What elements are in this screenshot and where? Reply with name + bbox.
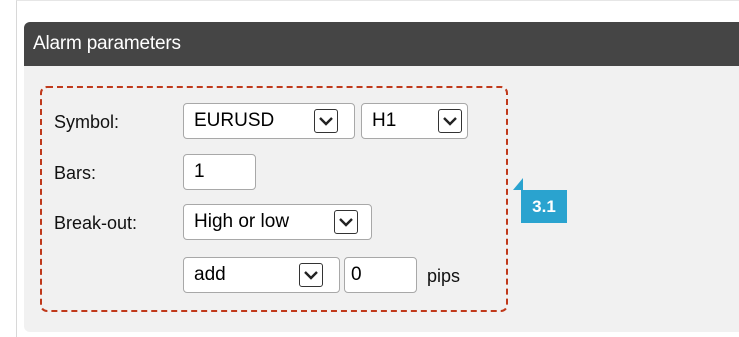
chevron-down-icon[interactable]	[314, 109, 338, 133]
symbol-label: Symbol:	[54, 112, 120, 132]
chevron-down-icon[interactable]	[299, 263, 323, 287]
chevron-down-icon[interactable]	[334, 210, 358, 234]
breakout-select-value: High or low	[194, 211, 290, 232]
panel-header: Alarm parameters	[24, 22, 739, 66]
offset-unit-label: pips	[427, 266, 461, 286]
offset-mode-select[interactable]: add	[183, 257, 340, 293]
callout-badge: 3.1	[521, 190, 567, 223]
chevron-down-icon[interactable]	[438, 109, 462, 133]
symbol-select-value: EURUSD	[194, 110, 275, 131]
symbol-select[interactable]: EURUSD	[183, 103, 355, 139]
offset-mode-select-value: add	[194, 264, 226, 285]
bars-input[interactable]: 1	[183, 154, 256, 190]
panel-title: Alarm parameters	[33, 33, 181, 54]
timeframe-select-value: H1	[372, 110, 397, 131]
offset-amount-input-value: 0	[351, 264, 362, 285]
timeframe-select[interactable]: H1	[361, 103, 468, 139]
bars-input-value: 1	[194, 161, 205, 182]
breakout-label: Break-out:	[54, 213, 138, 233]
callout-notch	[513, 178, 523, 190]
breakout-select[interactable]: High or low	[183, 204, 372, 240]
bars-label: Bars:	[54, 163, 97, 183]
callout-label: 3.1	[532, 197, 556, 216]
offset-amount-input[interactable]: 0	[344, 257, 417, 293]
